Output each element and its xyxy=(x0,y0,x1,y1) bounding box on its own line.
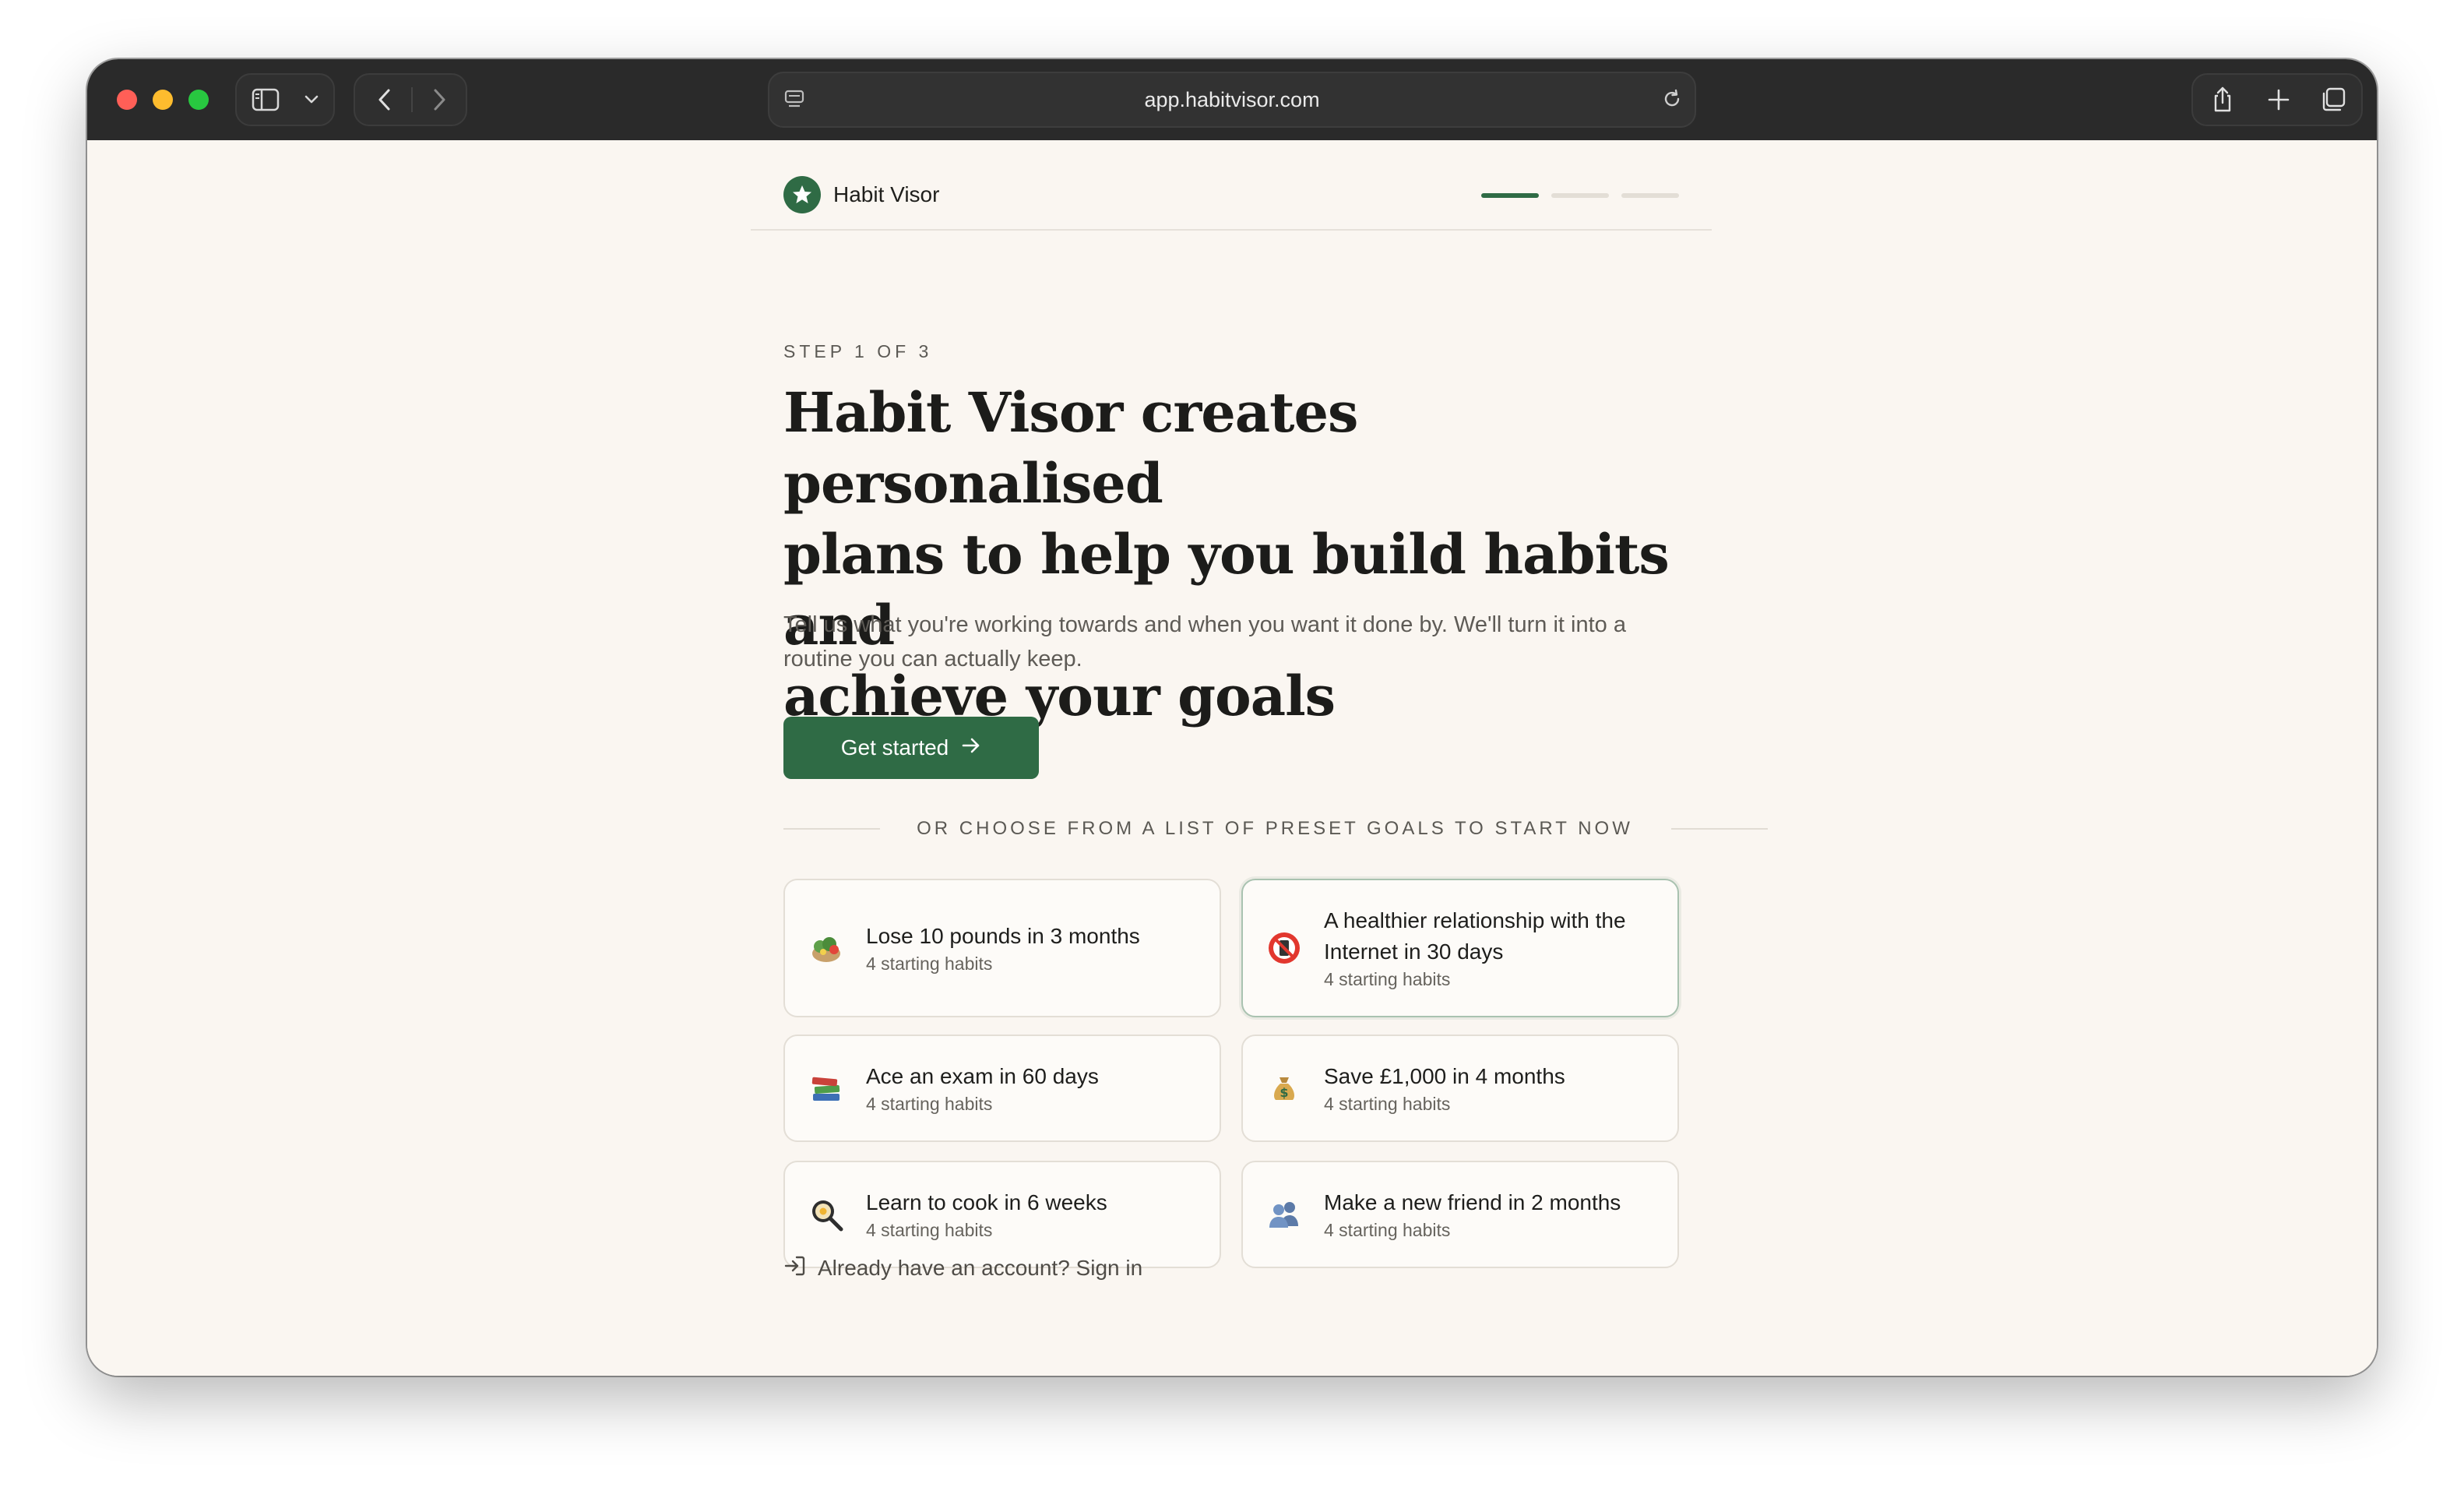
page-subtitle: Tell us what you're working towards and … xyxy=(783,608,1679,676)
divider-right xyxy=(1671,828,1768,830)
subtitle-line: routine you can actually keep. xyxy=(783,647,1082,671)
share-icon[interactable] xyxy=(2199,75,2246,125)
card-subtitle: 4 starting habits xyxy=(1324,1220,1451,1240)
preset-goal-card[interactable]: A healthier relationship with the Intern… xyxy=(1241,879,1679,1017)
card-subtitle: 4 starting habits xyxy=(866,953,993,974)
card-title: Save £1,000 in 4 months xyxy=(1324,1064,1565,1088)
preset-goal-card[interactable]: Ace an exam in 60 days 4 starting habits xyxy=(783,1035,1221,1142)
card-title-line: A healthier relationship with the xyxy=(1324,908,1626,932)
browser-toolbar: app.habitvisor.com xyxy=(87,59,2377,142)
no-phone-icon xyxy=(1266,930,1302,966)
divider-left xyxy=(783,828,880,830)
card-subtitle: 4 starting habits xyxy=(1324,969,1451,989)
card-subtitle: 4 starting habits xyxy=(866,1220,993,1240)
logo-star-icon xyxy=(783,176,821,213)
card-title: Make a new friend in 2 months xyxy=(1324,1190,1621,1214)
get-started-button[interactable]: Get started xyxy=(783,717,1039,779)
address-bar[interactable]: app.habitvisor.com xyxy=(768,72,1696,128)
sidebar-icon[interactable] xyxy=(246,75,285,125)
url-text: app.habitvisor.com xyxy=(1144,88,1320,111)
card-title: Learn to cook in 6 weeks xyxy=(866,1190,1107,1214)
sign-in-link[interactable]: Already have an account? Sign in xyxy=(783,1253,1142,1284)
back-arrow-icon[interactable] xyxy=(361,75,408,125)
card-title: Lose 10 pounds in 3 months xyxy=(866,924,1140,948)
people-icon xyxy=(1266,1197,1302,1232)
tab-overview-icon[interactable] xyxy=(2310,75,2357,125)
step-label: STEP 1 OF 3 xyxy=(783,341,933,361)
headline-line: Habit Visor creates personalised xyxy=(783,380,1358,516)
history-nav-group xyxy=(354,73,467,126)
frying-pan-icon xyxy=(808,1197,844,1232)
page-title: Habit Visor creates personalised plans t… xyxy=(783,377,1687,731)
new-tab-icon[interactable] xyxy=(2255,75,2302,125)
progress-step-3 xyxy=(1621,193,1679,198)
sign-in-label: Already have an account? Sign in xyxy=(818,1256,1143,1280)
forward-arrow-icon[interactable] xyxy=(416,75,463,125)
minimize-window-button[interactable] xyxy=(153,90,173,110)
card-title-line: Internet in 30 days xyxy=(1324,939,1504,964)
salad-icon xyxy=(808,930,844,966)
preset-goal-card[interactable]: $ Save £1,000 in 4 months 4 starting hab… xyxy=(1241,1035,1679,1142)
zoom-window-button[interactable] xyxy=(188,90,209,110)
chevron-down-icon[interactable] xyxy=(296,75,327,125)
preset-goal-card[interactable]: Lose 10 pounds in 3 months 4 starting ha… xyxy=(783,879,1221,1017)
card-subtitle: 4 starting habits xyxy=(866,1094,993,1114)
app-header: Habit Visor xyxy=(751,140,1712,231)
card-subtitle: 4 starting habits xyxy=(1324,1094,1451,1114)
get-started-label: Get started xyxy=(840,735,949,760)
money-bag-icon: $ xyxy=(1266,1070,1302,1106)
preset-goal-card[interactable]: Make a new friend in 2 months 4 starting… xyxy=(1241,1161,1679,1268)
browser-window: app.habitvisor.com Habit Visor STEP 1 OF… xyxy=(87,59,2377,1376)
window-actions-group xyxy=(2191,73,2363,126)
sidebar-toggle-group xyxy=(235,73,335,126)
preset-divider-label: OR CHOOSE FROM A LIST OF PRESET GOALS TO… xyxy=(917,818,1633,839)
progress-step-1 xyxy=(1481,193,1539,198)
books-icon xyxy=(808,1070,844,1106)
brand-name: Habit Visor xyxy=(833,182,940,206)
close-window-button[interactable] xyxy=(117,90,137,110)
svg-text:$: $ xyxy=(1280,1085,1288,1100)
progress-step-2 xyxy=(1551,193,1609,198)
subtitle-line: Tell us what you're working towards and … xyxy=(783,612,1626,637)
sign-in-icon xyxy=(783,1254,807,1283)
arrow-right-icon xyxy=(961,735,981,760)
reload-icon[interactable] xyxy=(1660,87,1684,115)
nav-separator xyxy=(411,87,413,112)
page-content: Habit Visor STEP 1 OF 3 Habit Visor crea… xyxy=(87,140,2377,1376)
card-title: Ace an exam in 60 days xyxy=(866,1064,1099,1088)
